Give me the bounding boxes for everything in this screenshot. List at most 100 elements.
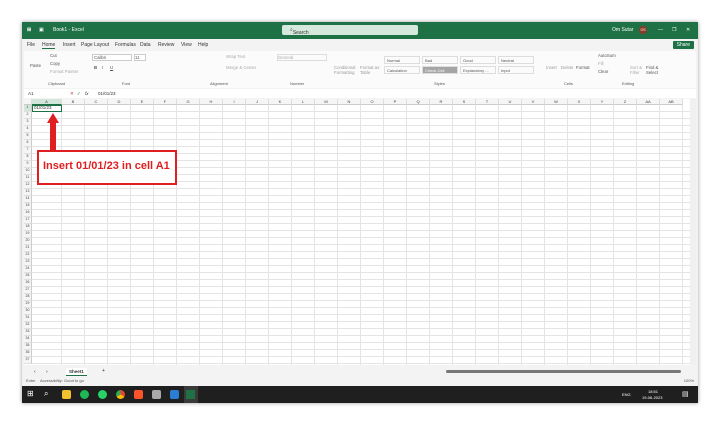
column-header-Z[interactable]: Z	[614, 99, 637, 105]
save-icon[interactable]: ▣	[39, 27, 44, 33]
menu-tab-home[interactable]: Home	[42, 42, 56, 49]
chrome-icon[interactable]	[116, 390, 125, 399]
menu-tab-view[interactable]: View	[181, 42, 192, 48]
clock-time[interactable]: 18:51	[648, 389, 658, 394]
autosum-button[interactable]: AutoSum	[598, 53, 616, 58]
column-header-O[interactable]: O	[361, 99, 384, 105]
scroll-sheets-left[interactable]: ‹	[34, 369, 36, 375]
column-header-K[interactable]: K	[269, 99, 292, 105]
row-header-22[interactable]: 22	[24, 252, 32, 259]
cell-a1[interactable]: 01/01/23	[32, 105, 62, 112]
column-header-P[interactable]: P	[384, 99, 407, 105]
row-header-32[interactable]: 32	[24, 322, 32, 329]
row-header-3[interactable]: 3	[24, 119, 32, 126]
avatar[interactable]: OS	[639, 26, 647, 34]
cell-style-bad[interactable]: Bad	[422, 56, 458, 64]
column-header-D[interactable]: D	[108, 99, 131, 105]
row-header-13[interactable]: 13	[24, 189, 32, 196]
column-header-E[interactable]: E	[131, 99, 154, 105]
row-header-11[interactable]: 11	[24, 175, 32, 182]
row-header-37[interactable]: 37	[24, 357, 32, 364]
conditional-formatting-button[interactable]: Conditional Formatting	[334, 65, 356, 75]
menu-tab-data[interactable]: Data	[140, 42, 151, 48]
menu-tab-insert[interactable]: Insert	[63, 42, 76, 48]
row-header-35[interactable]: 35	[24, 343, 32, 350]
zoom-level[interactable]: 100%	[684, 378, 694, 383]
row-header-26[interactable]: 26	[24, 280, 32, 287]
bold-button[interactable]: B	[94, 65, 97, 70]
spotify-icon[interactable]	[80, 390, 89, 399]
cell-style-calculation[interactable]: Calculation	[384, 66, 420, 74]
vertical-scrollbar[interactable]	[690, 99, 696, 365]
format-painter-button[interactable]: Format Painter	[50, 69, 78, 74]
menu-tab-help[interactable]: Help	[198, 42, 208, 48]
row-header-7[interactable]: 7	[24, 147, 32, 154]
column-header-Q[interactable]: Q	[407, 99, 430, 105]
clear-button[interactable]: Clear	[598, 69, 608, 74]
word-icon[interactable]	[170, 390, 179, 399]
cut-button[interactable]: Cut	[50, 53, 57, 58]
column-header-AB[interactable]: AB	[660, 99, 683, 105]
column-header-S[interactable]: S	[453, 99, 476, 105]
insert-function-button[interactable]: fx	[85, 91, 89, 96]
column-header-B[interactable]: B	[62, 99, 85, 105]
cell-style-good[interactable]: Good	[460, 56, 496, 64]
row-header-20[interactable]: 20	[24, 238, 32, 245]
insert-cells-button[interactable]: Insert	[546, 65, 557, 70]
restore-button[interactable]: ❐	[672, 27, 676, 33]
column-header-J[interactable]: J	[246, 99, 269, 105]
row-header-6[interactable]: 6	[24, 140, 32, 147]
language-indicator[interactable]: ENG	[622, 392, 631, 397]
row-header-30[interactable]: 30	[24, 308, 32, 315]
row-header-5[interactable]: 5	[24, 133, 32, 140]
column-header-L[interactable]: L	[292, 99, 315, 105]
row-header-29[interactable]: 29	[24, 301, 32, 308]
row-header-8[interactable]: 8	[24, 154, 32, 161]
scroll-sheets-right[interactable]: ›	[46, 369, 48, 375]
notifications-icon[interactable]: ▤	[682, 390, 689, 398]
column-header-F[interactable]: F	[154, 99, 177, 105]
row-header-21[interactable]: 21	[24, 245, 32, 252]
delete-cells-button[interactable]: Delete	[561, 65, 573, 70]
row-header-28[interactable]: 28	[24, 294, 32, 301]
cell-style-check-cell[interactable]: Check Cell	[422, 66, 458, 74]
menu-tab-file[interactable]: File	[27, 42, 35, 48]
cell-style-normal[interactable]: Normal	[384, 56, 420, 64]
column-header-G[interactable]: G	[177, 99, 200, 105]
accessibility-status[interactable]: Accessibility: Good to go	[40, 378, 84, 383]
row-header-14[interactable]: 14	[24, 196, 32, 203]
search-box[interactable]: ⌕ Search	[282, 25, 418, 36]
file-explorer-icon[interactable]	[62, 390, 71, 399]
row-header-33[interactable]: 33	[24, 329, 32, 336]
number-format-select[interactable]: General	[277, 54, 327, 61]
italic-button[interactable]: I	[102, 65, 103, 70]
row-header-27[interactable]: 27	[24, 287, 32, 294]
row-header-25[interactable]: 25	[24, 273, 32, 280]
row-header-10[interactable]: 10	[24, 168, 32, 175]
cell-style-explanatory-[interactable]: Explanatory ...	[460, 66, 496, 74]
brave-icon[interactable]	[134, 390, 143, 399]
horizontal-scrollbar[interactable]	[446, 370, 681, 373]
column-header-N[interactable]: N	[338, 99, 361, 105]
row-header-19[interactable]: 19	[24, 231, 32, 238]
row-header-16[interactable]: 16	[24, 210, 32, 217]
column-header-R[interactable]: R	[430, 99, 453, 105]
app-icon[interactable]	[152, 390, 161, 399]
cell-style-input[interactable]: Input	[498, 66, 534, 74]
row-header-2[interactable]: 2	[24, 112, 32, 119]
column-header-AA[interactable]: AA	[637, 99, 660, 105]
column-header-U[interactable]: U	[499, 99, 522, 105]
row-header-12[interactable]: 12	[24, 182, 32, 189]
sort-filter-button[interactable]: Sort & Filter	[630, 65, 644, 75]
row-header-24[interactable]: 24	[24, 266, 32, 273]
row-header-9[interactable]: 9	[24, 161, 32, 168]
row-header-15[interactable]: 15	[24, 203, 32, 210]
row-header-18[interactable]: 18	[24, 224, 32, 231]
row-header-17[interactable]: 17	[24, 217, 32, 224]
minimize-button[interactable]: —	[658, 27, 663, 33]
column-header-I[interactable]: I	[223, 99, 246, 105]
whatsapp-icon[interactable]	[98, 390, 107, 399]
wrap-text-button[interactable]: Wrap Text	[226, 54, 245, 59]
enter-icon[interactable]: ✓	[77, 91, 81, 97]
row-header-34[interactable]: 34	[24, 336, 32, 343]
